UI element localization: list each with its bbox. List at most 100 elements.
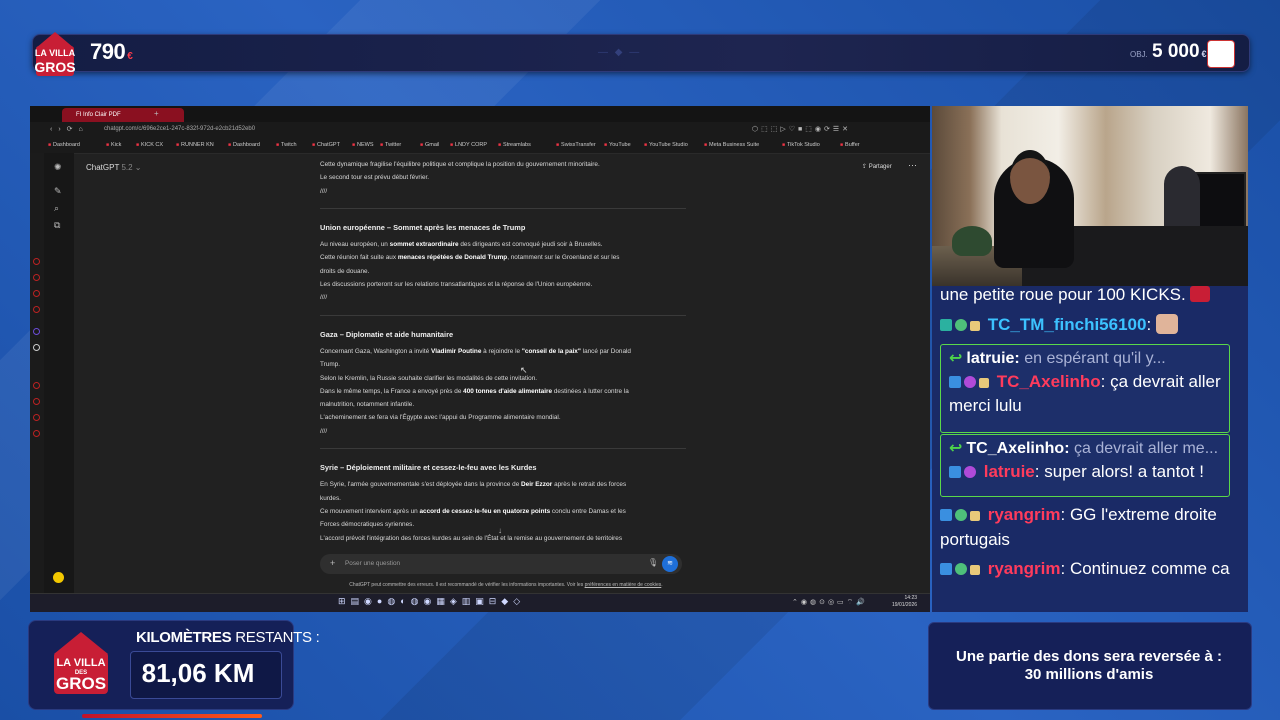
taskbar-clock[interactable]: 14:23 19/01/2026 <box>892 595 917 609</box>
chat-username[interactable]: TC_TM_finchi56100 <box>988 315 1147 334</box>
separator-text: //// <box>320 427 328 435</box>
system-tray-icon[interactable]: ⌃◉◍⊙◎▭⌔🔊 <box>792 598 868 607</box>
villa-des-gros-logo: LA VILLA GROS <box>34 32 76 76</box>
search-icon[interactable]: ⌕ <box>54 203 59 214</box>
extensions-icon[interactable]: ⬡⬚⬚▷♡■⬚◉⟳☰✕ <box>752 125 851 133</box>
reply-preview[interactable]: ↩ latruie: en espérant qu'il y... <box>949 348 1229 370</box>
bookmark-item[interactable]: Dashboard <box>228 142 260 148</box>
sidebar-app-icon[interactable] <box>33 258 40 265</box>
microphone-icon[interactable]: 🎙 <box>648 558 658 567</box>
badge-icon <box>964 466 976 478</box>
badge-icon <box>940 563 952 575</box>
response-line: Ce mouvement intervient après un accord … <box>320 507 626 515</box>
svg-text:GROS: GROS <box>34 59 75 75</box>
bookmark-item[interactable]: Twitch <box>276 142 297 148</box>
bookmark-item[interactable]: KICK CX <box>136 142 163 148</box>
chat-username[interactable]: latruie <box>984 462 1035 481</box>
bookmark-item[interactable]: YouTube Studio <box>644 142 688 148</box>
badge-icon <box>949 376 961 388</box>
taskbar-apps-icon[interactable]: ⊞▤◉●◍◐◍◉▦◈▥▣⊟◆◇ <box>338 596 525 607</box>
chatgpt-response: Cette dynamique fragilise l'équilibre po… <box>320 158 686 545</box>
sidebar-app-icon[interactable] <box>33 382 40 389</box>
chat-message: TC_Axelinho: ça devrait aller merci lulu <box>949 372 1221 415</box>
screen-capture: FI Info Clair PDF + ‹›⟳⌂ chatgpt.com/c/6… <box>30 106 930 612</box>
chat-message: une petite roue pour 100 KICKS. <box>940 286 1240 307</box>
response-line: Forces démocratiques syriennes. <box>320 521 415 529</box>
chat-reply-thread: ↩ latruie: en espérant qu'il y... TC_Axel… <box>940 344 1230 433</box>
donation-progress-fill <box>82 714 262 718</box>
gift-icon <box>979 378 989 388</box>
separator-text: //// <box>320 294 328 302</box>
chatgpt-logo-icon[interactable]: ✺ <box>54 162 62 173</box>
sidebar-app-icon[interactable] <box>33 274 40 281</box>
bookmark-item[interactable]: Gmail <box>420 142 439 148</box>
divider <box>320 314 686 316</box>
emote-icon <box>1190 286 1211 302</box>
response-line: En Syrie, l'armée gouvernementale s'est … <box>320 481 627 489</box>
bookmark-item[interactable]: Meta Business Suite <box>704 142 759 148</box>
gift-icon <box>970 565 980 575</box>
response-line: Cette réunion fait suite aux menaces rép… <box>320 254 620 262</box>
chat-username[interactable]: ryangrim <box>988 559 1061 578</box>
section-title-syria: Syrie – Déploiement militaire et cessez-… <box>320 463 537 473</box>
model-selector[interactable]: ChatGPT 5.2 ⌄ <box>86 163 142 172</box>
cookie-preferences-link[interactable]: préférences en matière de cookies <box>585 582 662 588</box>
reply-preview[interactable]: ↩ TC_Axelinho: ça devrait aller me... <box>949 438 1229 460</box>
svg-text:GROS: GROS <box>56 674 106 693</box>
sidebar-app-icon[interactable] <box>33 414 40 421</box>
chat-reply-thread: ↩ TC_Axelinho: ça devrait aller me... lat… <box>940 434 1230 497</box>
response-line: droits de douane. <box>320 267 370 275</box>
separator-text: //// <box>320 187 328 195</box>
bookmark-item[interactable]: TikTok Studio <box>782 142 820 148</box>
url-text[interactable]: chatgpt.com/c/696e2ce1-247c-832f-972d-e2… <box>104 126 255 132</box>
response-line: Concernant Gaza, Washington a invité Vla… <box>320 347 631 355</box>
share-button[interactable]: ⇪ Partager <box>862 163 892 170</box>
scroll-down-icon[interactable]: ↓ <box>498 526 502 535</box>
sidebar-app-icon[interactable] <box>33 430 40 437</box>
reply-arrow-icon: ↩ <box>949 350 963 367</box>
bookmark-item[interactable]: NEWS <box>352 142 374 148</box>
sidebar-app-icon[interactable] <box>33 398 40 405</box>
more-options-icon[interactable]: ··· <box>908 160 917 170</box>
bookmark-item[interactable]: RUNNER KN <box>176 142 214 148</box>
chat-message: TC_TM_finchi56100: <box>940 312 1240 337</box>
voice-mode-button[interactable]: ≋ <box>662 556 678 572</box>
response-line: Cette dynamique fragilise l'équilibre po… <box>320 161 600 168</box>
attach-icon[interactable]: + <box>330 558 335 568</box>
x-twitter-icon[interactable] <box>33 344 40 351</box>
chat-message: ryangrim: Continuez comme ca <box>940 556 1240 581</box>
bookmark-item[interactable]: YouTube <box>604 142 631 148</box>
new-tab-icon[interactable]: + <box>154 109 159 118</box>
bookmark-item[interactable]: Buffer <box>840 142 860 148</box>
sidebar-app-icon[interactable] <box>33 306 40 313</box>
sidebar-app-icon[interactable] <box>33 290 40 297</box>
new-chat-icon[interactable]: ✎ <box>54 186 62 197</box>
response-line: malnutrition, notamment infantile. <box>320 401 415 409</box>
current-donation-total: 790 € <box>90 39 133 64</box>
emote-icon <box>1155 314 1178 334</box>
bookmark-item[interactable]: Streamlabs <box>498 142 531 148</box>
browser-tab[interactable]: FI Info Clair PDF <box>62 108 184 122</box>
bookmark-item[interactable]: SwissTransfer <box>556 142 596 148</box>
badge-icon <box>940 509 952 521</box>
reply-arrow-icon: ↩ <box>949 440 963 457</box>
library-icon[interactable]: ⧉ <box>54 220 60 231</box>
chat-username[interactable]: TC_Axelinho <box>997 372 1101 391</box>
bookmark-item[interactable]: ChatGPT <box>312 142 340 148</box>
badge-icon <box>940 319 952 331</box>
chat-username[interactable]: ryangrim <box>988 505 1061 524</box>
twitch-icon[interactable] <box>33 328 40 335</box>
response-line: Dans le même temps, la France a envoyé p… <box>320 387 629 395</box>
badge-icon <box>955 319 967 331</box>
profile-avatar[interactable] <box>53 572 64 583</box>
km-remaining-value: 81,06 KM <box>141 658 255 688</box>
nav-buttons-icon[interactable]: ‹›⟳⌂ <box>50 125 89 133</box>
bookmark-item[interactable]: Kick <box>106 142 121 148</box>
bookmark-item[interactable]: Dashboard <box>48 142 80 148</box>
bookmark-item[interactable]: LNDY CORP <box>450 142 487 148</box>
bookmark-item[interactable]: Twitter <box>380 142 401 148</box>
prompt-placeholder[interactable]: Poser une question <box>345 560 400 567</box>
gift-icon <box>970 321 980 331</box>
response-line: Au niveau européen, un sommet extraordin… <box>320 241 603 249</box>
goal-prefix: OBJ. <box>1130 50 1148 59</box>
